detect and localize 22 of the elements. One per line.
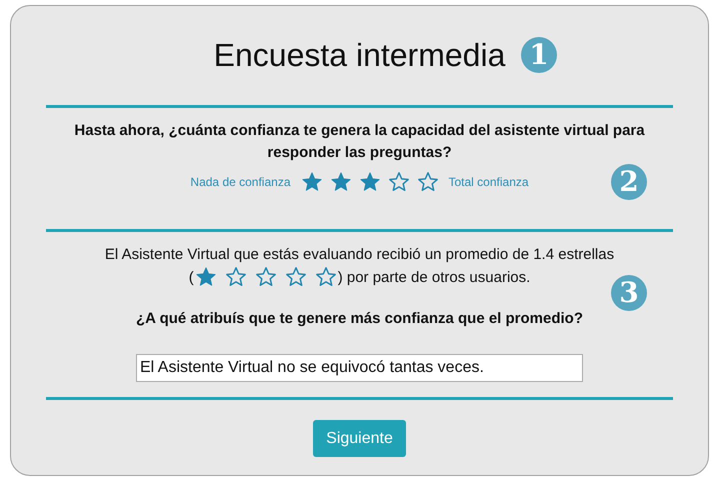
survey-title: Encuesta intermedia bbox=[214, 36, 506, 74]
empty-star-icon[interactable] bbox=[388, 171, 410, 193]
question-text: Hasta ahora, ¿cuánta confianza te genera la capacidad del asistente virtual para responder las preguntas? bbox=[73, 121, 646, 163]
empty-star-icon bbox=[224, 266, 247, 288]
answer-field[interactable]: El Asistente Virtual no se equivocó tantas veces. bbox=[136, 354, 583, 382]
filled-star-icon[interactable] bbox=[300, 171, 322, 193]
high-label: Total confianza bbox=[448, 175, 529, 189]
question-text: ¿A qué atribuís que te genere más confianza que el promedio? bbox=[136, 309, 584, 329]
empty-star-icon bbox=[314, 266, 337, 288]
others-text: ) por parte de otros usuarios. bbox=[338, 268, 530, 286]
filled-star-icon[interactable] bbox=[330, 171, 352, 193]
empty-star-icon[interactable] bbox=[416, 171, 438, 193]
empty-star-icon bbox=[254, 266, 277, 288]
step-number-badge: 2 bbox=[611, 164, 647, 200]
low-label: Nada de confianza bbox=[190, 175, 290, 189]
empty-star-icon bbox=[284, 266, 307, 288]
filled-star-icon bbox=[194, 266, 217, 288]
parenthesis-text: ( bbox=[188, 268, 194, 286]
average-text: El Asistente Virtual que estás evaluando recibió un promedio de 1.4 estrellas bbox=[104, 245, 614, 265]
filled-star-icon[interactable] bbox=[358, 171, 380, 193]
step-number-badge: 3 bbox=[611, 275, 647, 311]
step-number-badge: 1 bbox=[521, 37, 557, 73]
